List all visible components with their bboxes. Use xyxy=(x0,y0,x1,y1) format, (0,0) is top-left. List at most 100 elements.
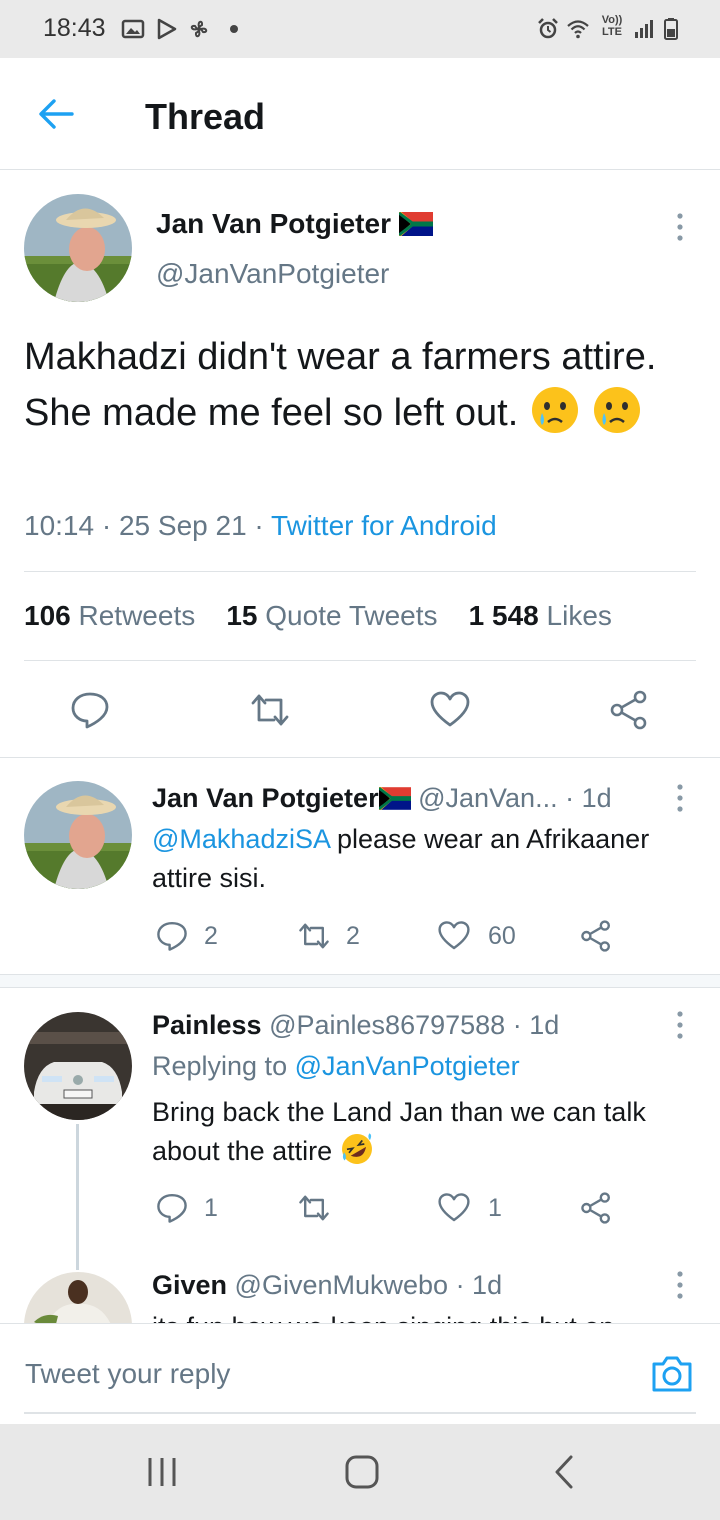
likes-stat[interactable]: 1 548 Likes xyxy=(469,600,612,631)
volte-label-top: Vo)) xyxy=(601,14,623,26)
reply-text: its fun how we keep singing this but on xyxy=(152,1308,712,1323)
back-nav-icon[interactable] xyxy=(545,1452,585,1492)
reply-text: Bring back the Land Jan than we can talk… xyxy=(152,1093,672,1171)
share-icon[interactable] xyxy=(580,920,612,952)
author-avatar[interactable] xyxy=(24,194,132,302)
separator-dot: · xyxy=(101,510,119,541)
dot-icon xyxy=(230,25,238,33)
share-icon[interactable] xyxy=(580,1192,612,1224)
tweet-date: 25 Sep 21 xyxy=(118,510,247,541)
wifi-icon xyxy=(567,20,589,39)
reply-text-body: Bring back the Land Jan than we can talk… xyxy=(152,1097,646,1166)
back-arrow-icon[interactable] xyxy=(36,94,76,134)
reply-age: · 1d xyxy=(455,1270,503,1300)
reply-avatar[interactable] xyxy=(24,1272,132,1323)
mention-link[interactable]: @MakhadziSA xyxy=(152,824,330,854)
reply-icon[interactable] xyxy=(156,920,188,952)
reply-author-handle[interactable]: @GivenMukwebo xyxy=(235,1270,449,1300)
reply-author-name[interactable]: Given xyxy=(152,1270,227,1300)
camera-icon[interactable] xyxy=(650,1354,694,1394)
reply-icon[interactable] xyxy=(156,1192,188,1224)
divider xyxy=(24,571,696,572)
thread-connector xyxy=(76,1124,79,1270)
play-store-icon xyxy=(157,18,177,40)
home-icon[interactable] xyxy=(342,1452,382,1492)
retweet-count: 2 xyxy=(346,922,360,950)
reply-avatar[interactable] xyxy=(24,781,132,889)
separator-dot: · xyxy=(254,510,272,541)
author-handle[interactable]: @JanVanPotgieter xyxy=(156,258,389,290)
retweets-label: Retweets xyxy=(78,600,196,631)
reply-header: Jan Van Potgieter @JanVan... · 1d xyxy=(152,783,612,814)
reply-author-name[interactable]: Painless xyxy=(152,1010,262,1040)
system-navigation-bar xyxy=(0,1424,720,1520)
reply-count: 2 xyxy=(204,922,218,950)
reply-header: Painless @Painles86797588 · 1d xyxy=(152,1010,559,1041)
battery-icon xyxy=(664,18,678,40)
status-time: 18:43 xyxy=(43,14,106,42)
crying-face-emoji-icon xyxy=(531,387,578,433)
reply-author-handle[interactable]: @Painles86797588 xyxy=(269,1010,505,1040)
reply-avatar[interactable] xyxy=(24,1012,132,1120)
reply-header: Given @GivenMukwebo · 1d xyxy=(152,1270,502,1301)
signal-icon xyxy=(635,20,653,38)
rolling-laughing-emoji-icon xyxy=(341,1133,372,1164)
replying-to-link[interactable]: @JanVanPotgieter xyxy=(295,1051,520,1081)
retweet-icon[interactable] xyxy=(298,920,330,952)
recent-apps-icon[interactable] xyxy=(142,1452,182,1492)
quote-tweets-count: 15 xyxy=(226,600,258,631)
retweet-icon[interactable] xyxy=(250,690,290,730)
retweets-stat[interactable]: 106 Retweets xyxy=(24,600,195,631)
likes-label: Likes xyxy=(546,600,612,631)
reply-age: · 1d xyxy=(512,1010,560,1040)
status-bar: 18:43 Vo)) LTE xyxy=(0,0,720,58)
tweet-reply-input[interactable]: Tweet your reply xyxy=(25,1358,230,1390)
alarm-icon xyxy=(538,18,558,39)
reply-tweet[interactable]: Given @GivenMukwebo · 1d its fun how we … xyxy=(0,1262,720,1323)
like-heart-icon[interactable] xyxy=(430,690,470,730)
volte-icon: Vo)) LTE xyxy=(600,14,624,38)
section-separator xyxy=(0,974,720,988)
reply-author-name[interactable]: Jan Van Potgieter xyxy=(152,783,379,813)
more-options-icon[interactable] xyxy=(670,1268,690,1302)
divider xyxy=(24,660,696,661)
likes-count: 1 548 xyxy=(468,600,539,631)
reply-author-handle[interactable]: @JanVan... xyxy=(418,783,557,813)
more-options-icon[interactable] xyxy=(670,1008,690,1042)
like-count: 1 xyxy=(488,1194,502,1222)
like-heart-icon[interactable] xyxy=(438,920,470,952)
volte-label-bottom: LTE xyxy=(602,26,622,38)
share-icon[interactable] xyxy=(609,690,649,730)
fan-icon xyxy=(190,20,208,38)
retweets-count: 106 xyxy=(24,600,71,631)
tweet-meta: 10:14 · 25 Sep 21 · Twitter for Android xyxy=(24,510,497,542)
author-name[interactable]: Jan Van Potgieter xyxy=(156,208,433,240)
divider xyxy=(0,757,720,758)
page-title: Thread xyxy=(145,96,266,137)
like-count: 60 xyxy=(488,922,516,950)
tweet-time: 10:14 xyxy=(24,510,95,541)
quote-tweets-label: Quote Tweets xyxy=(265,600,438,631)
south-africa-flag-icon xyxy=(377,786,411,811)
tweet-source-link[interactable]: Twitter for Android xyxy=(271,510,497,541)
reply-composer: Tweet your reply xyxy=(0,1323,720,1423)
retweet-icon[interactable] xyxy=(298,1192,330,1224)
crying-face-emoji-icon xyxy=(594,387,641,433)
reply-icon[interactable] xyxy=(70,690,110,730)
top-app-bar: Thread xyxy=(0,58,720,170)
more-options-icon[interactable] xyxy=(670,210,690,244)
replying-to-line: Replying to @JanVanPotgieter xyxy=(152,1051,520,1082)
reply-age: · 1d xyxy=(565,783,612,813)
replying-to-prefix: Replying to xyxy=(152,1051,288,1081)
like-heart-icon[interactable] xyxy=(438,1192,470,1224)
more-options-icon[interactable] xyxy=(670,781,690,815)
south-africa-flag-icon xyxy=(397,210,433,238)
reply-input-underline xyxy=(24,1412,696,1414)
tweet-stats: 106 Retweets 15 Quote Tweets 1 548 Likes xyxy=(24,600,612,632)
image-icon xyxy=(121,19,145,39)
reply-text: @MakhadziSA please wear an Afrikaaner at… xyxy=(152,820,702,898)
quote-tweets-stat[interactable]: 15 Quote Tweets xyxy=(226,600,437,631)
reply-count: 1 xyxy=(204,1194,218,1222)
author-name-text: Jan Van Potgieter xyxy=(156,208,391,239)
tweet-text: Makhadzi didn't wear a farmers attire. S… xyxy=(24,330,704,441)
